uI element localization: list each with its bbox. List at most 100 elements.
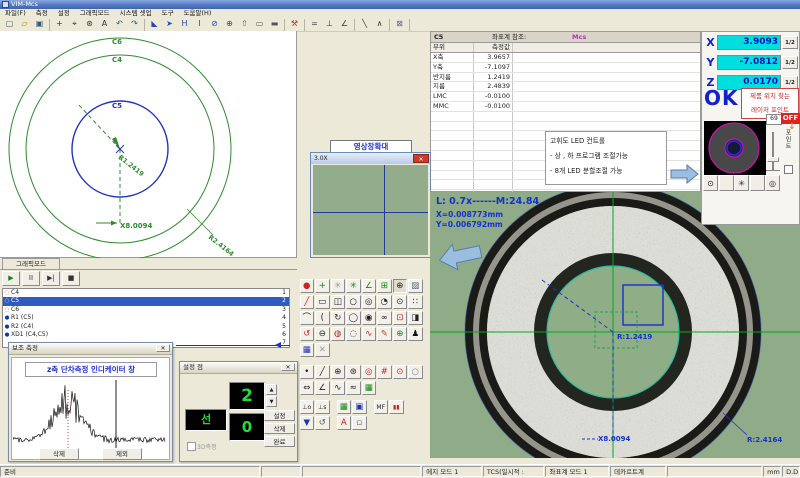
tool-icon[interactable]: ∿	[362, 327, 377, 342]
playback-button[interactable]: ▶|	[42, 271, 60, 286]
half-button[interactable]: 1/2	[782, 56, 798, 69]
tool-icon[interactable]: ▨	[408, 279, 423, 294]
tool-icon[interactable]: ⊥o	[300, 400, 315, 415]
toolbar-button[interactable]: ∠	[338, 18, 352, 31]
feature-row[interactable]: ◌C63	[3, 306, 289, 314]
tool-icon[interactable]: ▣	[352, 400, 367, 415]
exclude-button[interactable]: 제외	[102, 448, 142, 460]
cad-view[interactable]: C6 C4 C5 R1.2419 X8.0094 R2.4164	[0, 31, 297, 258]
brightness-slider-thumb[interactable]	[767, 157, 779, 162]
spinner-up[interactable]: ▲	[266, 384, 277, 395]
half-button[interactable]: 1/2	[782, 36, 798, 49]
point-checkbox[interactable]	[784, 165, 793, 174]
brightness-slider-track[interactable]	[772, 132, 774, 170]
tool-icon[interactable]: ⊡	[393, 311, 408, 326]
feature-row[interactable]: ●R1 (C5)4	[3, 314, 289, 322]
close-icon[interactable]: ✕	[281, 363, 295, 371]
camera-view[interactable]: L: 0.7x------M:24.84 X=0.008773mm Y=0.00…	[430, 192, 800, 458]
delete-button[interactable]: 삭제	[39, 448, 79, 460]
tool-icon[interactable]: ◎	[362, 295, 377, 310]
toolbar-button[interactable]: ↶	[113, 18, 127, 31]
menu-item-0[interactable]: 파일(F)	[0, 9, 31, 18]
illumination-button[interactable]: ⊙	[703, 175, 718, 191]
illumination-button[interactable]	[719, 175, 734, 191]
tool-icon[interactable]: ♟	[408, 327, 423, 342]
toolbar-button[interactable]: ▢	[3, 18, 17, 31]
toolbar-button[interactable]: ↷	[128, 18, 142, 31]
tool-icon[interactable]: ⌒	[300, 311, 315, 326]
tool-icon[interactable]: ▮▮	[389, 400, 404, 415]
zoom-live-view[interactable]	[313, 165, 428, 255]
tool-icon[interactable]: ⊕	[393, 279, 408, 294]
tool-icon[interactable]: ◫	[331, 295, 346, 310]
tool-icon[interactable]: #	[377, 365, 392, 380]
half-button[interactable]: 1/2	[782, 76, 798, 89]
brightness-value[interactable]: 69	[766, 114, 782, 125]
tool-icon[interactable]: ⊖	[315, 327, 330, 342]
delete-button[interactable]: 삭제	[264, 423, 295, 434]
tool-icon[interactable]: (	[315, 311, 330, 326]
tool-icon[interactable]: ▼	[300, 416, 315, 431]
toolbar-button[interactable]: ⊥	[323, 18, 337, 31]
tool-icon[interactable]: ✎	[377, 327, 392, 342]
set-button[interactable]: 설정	[264, 410, 295, 421]
toolbar-button[interactable]: ⇧	[238, 18, 252, 31]
tool-icon[interactable]: ≈	[346, 381, 361, 396]
menu-item-5[interactable]: 도구	[157, 9, 179, 18]
tool-icon[interactable]: ▦	[337, 400, 352, 415]
tool-icon[interactable]: ▫	[352, 416, 367, 431]
toolbar-button[interactable]: ⊛	[83, 18, 97, 31]
close-icon[interactable]: ✕	[156, 344, 170, 352]
tool-icon[interactable]: ✳	[331, 279, 346, 294]
tool-icon[interactable]: ↻	[331, 311, 346, 326]
menu-item-1[interactable]: 측정	[31, 9, 53, 18]
tool-icon[interactable]: MF	[374, 400, 389, 415]
tool-icon[interactable]: ╱	[300, 295, 315, 310]
tool-icon[interactable]: ∞	[377, 311, 392, 326]
tool-icon[interactable]: ○	[408, 365, 423, 380]
feature-row[interactable]: ●R2 (C4)5	[3, 323, 289, 331]
toolbar-button[interactable]: ➤	[163, 18, 177, 31]
feature-row[interactable]: ◌C41	[3, 289, 289, 297]
menu-item-4[interactable]: 시스템 셋업	[115, 9, 157, 18]
feature-row[interactable]: ○C52	[3, 297, 289, 305]
toolbar-button[interactable]: =	[308, 18, 322, 31]
tool-icon[interactable]: ▦	[300, 343, 315, 358]
tool-icon[interactable]: ⊙	[393, 295, 408, 310]
tool-icon[interactable]: ▦	[362, 381, 377, 396]
toolbar-button[interactable]: ▱	[18, 18, 32, 31]
tool-icon[interactable]: ◉	[362, 311, 377, 326]
tool-icon[interactable]: A	[337, 416, 352, 431]
spinner-down[interactable]: ▼	[266, 396, 277, 407]
tool-icon[interactable]: ∠	[315, 381, 330, 396]
toolbar-button[interactable]: ╲	[358, 18, 372, 31]
menu-item-2[interactable]: 설정	[53, 9, 75, 18]
tool-icon[interactable]: ◎	[362, 365, 377, 380]
illumination-button[interactable]: ✳	[734, 175, 749, 191]
toolbar-button[interactable]: ▬	[268, 18, 282, 31]
toolbar-button[interactable]: ▣	[33, 18, 47, 31]
zoom-window-titlebar[interactable]: 3.0X ✕	[311, 153, 430, 164]
tool-icon[interactable]: ↺	[300, 327, 315, 342]
tool-icon[interactable]: ⇔	[300, 381, 315, 396]
tool-icon[interactable]: ◨	[408, 311, 423, 326]
playback-button[interactable]: II	[22, 271, 40, 286]
tool-icon[interactable]: +	[315, 279, 330, 294]
tool-icon[interactable]: ⊕	[393, 327, 408, 342]
tool-icon[interactable]: ◔	[377, 295, 392, 310]
settings-window-titlebar[interactable]: 설정 점 ✕	[180, 362, 297, 374]
tool-icon[interactable]: ∿	[331, 381, 346, 396]
playback-button[interactable]: ▶	[2, 271, 20, 286]
menu-item-6[interactable]: 도움말(H)	[179, 9, 217, 18]
3d-measure-checkbox[interactable]	[187, 442, 196, 451]
tool-icon[interactable]: ╱	[315, 365, 330, 380]
toolbar-button[interactable]: ◣	[148, 18, 162, 31]
tool-icon[interactable]: ⊕	[331, 365, 346, 380]
illumination-button[interactable]: ◎	[765, 175, 780, 191]
tool-icon[interactable]: ●	[300, 279, 315, 294]
feature-row[interactable]: ●XD1 (C4,C5)6	[3, 331, 289, 339]
tool-icon[interactable]: ✳	[346, 279, 361, 294]
tool-icon[interactable]: ∠	[362, 279, 377, 294]
toolbar-button[interactable]: I	[193, 18, 207, 31]
toolbar-button[interactable]: ⊘	[208, 18, 222, 31]
